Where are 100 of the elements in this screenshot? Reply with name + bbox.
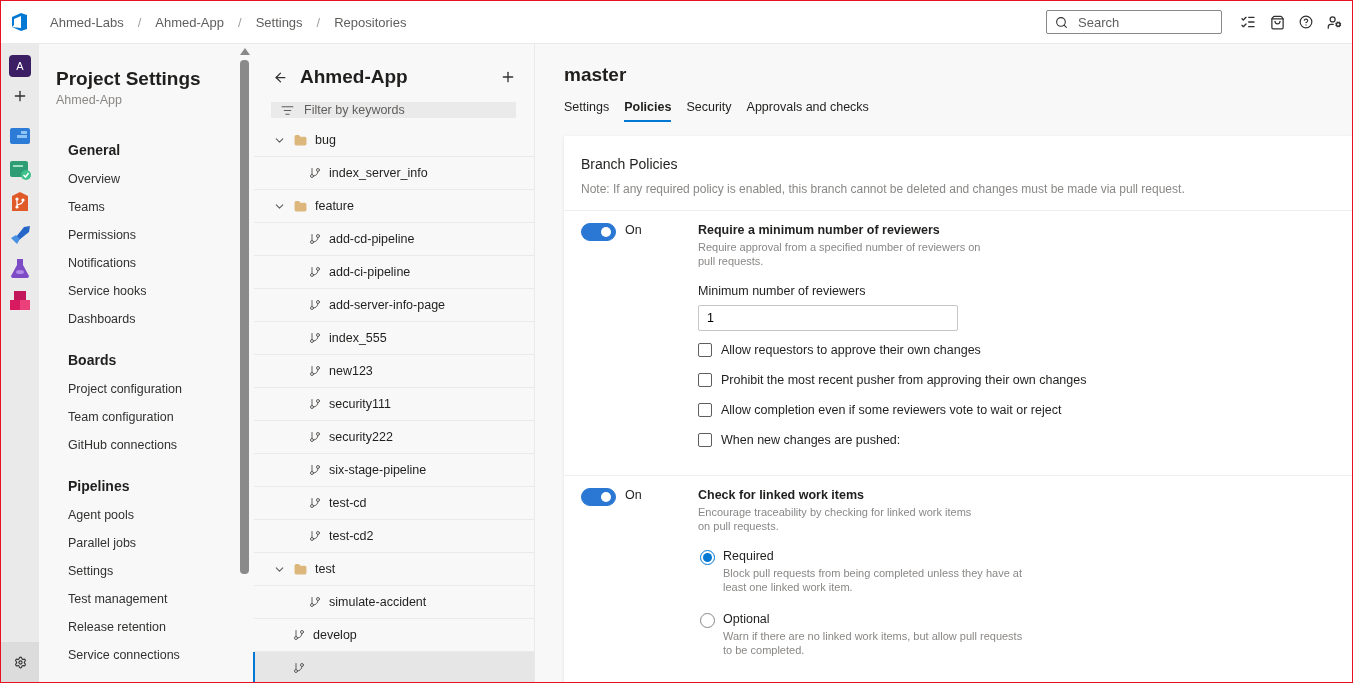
artifacts-icon[interactable] xyxy=(9,290,31,312)
folder-icon xyxy=(294,133,307,147)
project-avatar[interactable]: A xyxy=(9,55,31,77)
branch-name: add-cd-pipeline xyxy=(329,232,415,246)
checkbox[interactable] xyxy=(698,403,712,417)
branch-icon xyxy=(309,332,321,344)
repository-title: Ahmed-App xyxy=(300,66,409,88)
radio-description: Block pull requests from being completed unless they have at least one linked work item. xyxy=(723,566,1023,594)
folder-row[interactable]: test xyxy=(253,553,534,586)
breadcrumb-link[interactable]: Repositories xyxy=(334,14,407,30)
filter-input[interactable]: Filter by keywords xyxy=(302,102,467,118)
settings-icon xyxy=(13,655,27,669)
nav-item[interactable]: Settings xyxy=(68,557,236,585)
nav-item[interactable]: Overview xyxy=(68,165,236,193)
nav-item[interactable]: Service hooks xyxy=(68,277,236,305)
pipelines-icon[interactable] xyxy=(9,224,31,246)
branch-row[interactable]: test-cd2 xyxy=(253,520,534,553)
branch-icon xyxy=(309,398,321,410)
bag-icon[interactable] xyxy=(1270,14,1285,30)
branch-row[interactable]: test-cd xyxy=(253,487,534,520)
search-icon xyxy=(1055,15,1068,29)
tab[interactable]: Settings xyxy=(564,100,610,122)
branch-icon xyxy=(309,266,321,278)
nav-item[interactable]: Permissions xyxy=(68,221,236,249)
branch-row[interactable]: index_555 xyxy=(253,322,534,355)
nav-item[interactable]: GitHub connections xyxy=(68,431,236,459)
checkbox[interactable] xyxy=(698,373,712,387)
folder-row[interactable]: bug xyxy=(253,124,534,157)
branch-row[interactable]: security222 xyxy=(253,421,534,454)
policy-description: Encourage traceability by checking for linked work items on pull requests. xyxy=(698,505,973,533)
folder-name: test xyxy=(315,562,336,576)
checkbox[interactable] xyxy=(698,343,712,357)
tab[interactable]: Policies xyxy=(624,100,672,122)
nav-item[interactable]: Teams xyxy=(68,193,236,221)
branch-name: test-cd2 xyxy=(329,529,374,543)
flask-icon[interactable] xyxy=(9,257,31,279)
nav-item[interactable]: Project configuration xyxy=(68,375,236,403)
branch-name: six-stage-pipeline xyxy=(329,463,427,477)
board-check-icon[interactable] xyxy=(9,158,31,180)
radio-label: Required xyxy=(723,549,775,563)
section-heading: General xyxy=(68,141,122,160)
nav-item[interactable]: Dashboards xyxy=(68,305,236,333)
search-field[interactable]: Search xyxy=(1046,10,1222,34)
scrollbar-thumb[interactable] xyxy=(240,60,249,574)
toggle-switch[interactable] xyxy=(581,488,616,506)
user-settings-icon[interactable] xyxy=(1327,14,1342,30)
settings-button[interactable] xyxy=(1,642,39,682)
branch-name: simulate-accident xyxy=(329,595,427,609)
radio-description: Warn if there are no linked work items, but allow pull requests to be completed. xyxy=(723,629,1024,657)
breadcrumb-separator: / xyxy=(137,14,142,30)
branch-row[interactable]: add-cd-pipeline xyxy=(253,223,534,256)
branch-row[interactable]: add-ci-pipeline xyxy=(253,256,534,289)
branch-icon xyxy=(309,497,321,509)
branch-icon xyxy=(309,167,321,179)
add-icon[interactable] xyxy=(12,88,28,104)
branch-icon xyxy=(293,629,305,641)
nav-item[interactable]: Team configuration xyxy=(68,403,236,431)
breadcrumb-separator: / xyxy=(316,14,321,30)
branch-row[interactable]: index_server_info xyxy=(253,157,534,190)
nav-item[interactable]: Agent pools xyxy=(68,501,236,529)
checkbox-label: Prohibit the most recent pusher from approving their own changes xyxy=(721,373,1087,387)
reviewers-input[interactable]: 1 xyxy=(698,305,958,331)
branch-icon xyxy=(293,662,305,674)
repos-icon[interactable] xyxy=(9,191,31,213)
branch-row[interactable]: add-server-info-page xyxy=(253,289,534,322)
boards-icon[interactable] xyxy=(9,125,31,147)
search-input[interactable]: Search xyxy=(1076,13,1206,31)
toggle-status: On xyxy=(625,223,642,237)
breadcrumb-link[interactable]: Settings xyxy=(255,14,303,30)
breadcrumb-link[interactable]: Ahmed-Labs xyxy=(50,14,124,30)
back-icon[interactable] xyxy=(273,69,288,85)
add-icon[interactable] xyxy=(500,69,516,85)
folder-name: feature xyxy=(315,199,354,213)
nav-item[interactable]: Service connections xyxy=(68,641,236,669)
nav-item[interactable]: Test management xyxy=(68,585,236,613)
branch-icon xyxy=(309,596,321,608)
branch-name: add-ci-pipeline xyxy=(329,265,411,279)
branch-row[interactable]: six-stage-pipeline xyxy=(253,454,534,487)
tab[interactable]: Approvals and checks xyxy=(746,100,869,122)
nav-item[interactable]: Notifications xyxy=(68,249,236,277)
nav-item[interactable]: Parallel jobs xyxy=(68,529,236,557)
branch-name: security111 xyxy=(329,397,392,411)
breadcrumb-link[interactable]: Ahmed-App xyxy=(155,14,224,30)
branch-icon xyxy=(309,464,321,476)
scroll-up-icon[interactable] xyxy=(239,48,250,55)
folder-icon xyxy=(294,199,307,213)
checklist-icon[interactable] xyxy=(1240,14,1256,30)
folder-row[interactable]: feature xyxy=(253,190,534,223)
section-heading: Pipelines xyxy=(68,477,131,496)
toggle-switch[interactable] xyxy=(581,223,616,241)
branch-row[interactable]: new123 xyxy=(253,355,534,388)
tab[interactable]: Security xyxy=(686,100,732,122)
nav-item[interactable]: Release retention xyxy=(68,613,236,641)
help-icon[interactable] xyxy=(1299,15,1313,29)
checkbox[interactable] xyxy=(698,433,712,447)
policy-title: Check for linked work items xyxy=(698,488,866,502)
filter-field[interactable]: Filter by keywords xyxy=(271,102,516,118)
section-heading: Boards xyxy=(68,351,118,370)
branch-row[interactable]: security111 xyxy=(253,388,534,421)
branch-row[interactable]: simulate-accident xyxy=(253,586,534,619)
